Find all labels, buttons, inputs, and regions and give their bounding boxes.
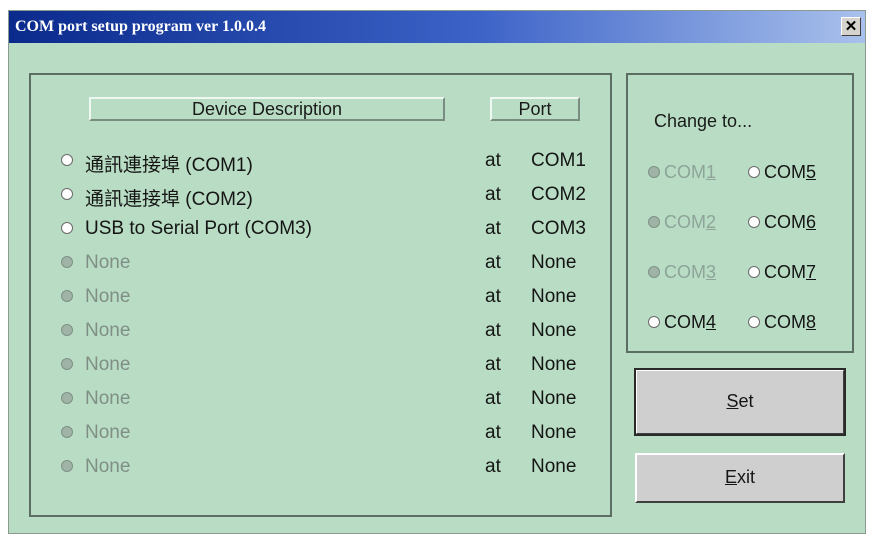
device-radio — [61, 256, 73, 268]
device-at: at — [485, 354, 501, 375]
device-port: COM1 — [531, 150, 586, 171]
com-option-label: COM3 — [664, 262, 717, 282]
device-port: None — [531, 320, 577, 341]
com-option-radio — [648, 166, 660, 178]
com-option-label: COM5 — [764, 162, 817, 182]
device-description: None — [85, 320, 131, 341]
com-option-com7[interactable]: COM7 — [748, 259, 848, 285]
device-radio[interactable] — [61, 188, 73, 200]
com-option-label: COM8 — [764, 312, 817, 332]
device-radio[interactable] — [61, 154, 73, 166]
device-at: at — [485, 320, 501, 341]
device-row: None at None — [61, 453, 601, 481]
device-radio — [61, 358, 73, 370]
com-option-radio[interactable] — [748, 266, 760, 278]
device-port: None — [531, 456, 577, 477]
exit-mnemonic: E — [724, 467, 737, 487]
device-radio — [61, 460, 73, 472]
com-option-radio[interactable] — [748, 316, 760, 328]
window-title: COM port setup program ver 1.0.0.4 — [15, 18, 266, 35]
device-port: COM3 — [531, 218, 586, 239]
com-option-label: COM7 — [764, 262, 817, 282]
exit-label-rest: xit — [737, 467, 755, 487]
set-button[interactable]: Set — [634, 368, 846, 436]
device-description: None — [85, 286, 131, 307]
device-at: at — [485, 388, 501, 409]
title-bar[interactable]: COM port setup program ver 1.0.0.4 ✕ — [9, 11, 865, 43]
com-option-com8[interactable]: COM8 — [748, 309, 848, 335]
device-description: USB to Serial Port (COM3) — [85, 218, 312, 239]
com-option-label: COM2 — [664, 212, 717, 232]
device-row: None at None — [61, 351, 601, 379]
device-description: None — [85, 422, 131, 443]
com-option-radio — [648, 266, 660, 278]
com-option-com5[interactable]: COM5 — [748, 159, 848, 185]
device-row: None at None — [61, 317, 601, 345]
device-row: None at None — [61, 419, 601, 447]
com-setup-window: COM port setup program ver 1.0.0.4 ✕ Dev… — [8, 10, 866, 534]
device-description: None — [85, 388, 131, 409]
device-description-header: Device Description — [89, 97, 445, 121]
device-at: at — [485, 218, 501, 239]
set-label-rest: et — [738, 391, 754, 411]
device-at: at — [485, 184, 501, 205]
com-option-radio[interactable] — [748, 216, 760, 228]
device-at: at — [485, 286, 501, 307]
device-description: None — [85, 456, 131, 477]
device-port: None — [531, 388, 577, 409]
close-icon[interactable]: ✕ — [841, 17, 861, 36]
exit-button[interactable]: Exit — [635, 453, 845, 503]
device-at: at — [485, 456, 501, 477]
change-to-label: Change to... — [654, 111, 753, 131]
device-at: at — [485, 252, 501, 273]
device-description: None — [85, 252, 131, 273]
com-option-label: COM4 — [664, 312, 717, 332]
device-description: 通訊連接埠 (COM2) — [85, 189, 253, 210]
com-option-com4[interactable]: COM4 — [648, 309, 748, 335]
device-port: None — [531, 354, 577, 375]
change-to-group: Change to... COM1 COM5 COM2 COM6 COM3 COM7 COM… — [626, 73, 854, 353]
device-at: at — [485, 422, 501, 443]
device-radio — [61, 392, 73, 404]
com-option-label: COM6 — [764, 212, 817, 232]
com-option-com3: COM3 — [648, 259, 748, 285]
device-at: at — [485, 150, 501, 171]
device-port: None — [531, 252, 577, 273]
device-radio — [61, 290, 73, 302]
device-port: None — [531, 286, 577, 307]
com-option-com6[interactable]: COM6 — [748, 209, 848, 235]
device-port: None — [531, 422, 577, 443]
device-description: None — [85, 354, 131, 375]
port-header: Port — [490, 97, 580, 121]
device-row: None at None — [61, 283, 601, 311]
device-port: COM2 — [531, 184, 586, 205]
device-radio — [61, 324, 73, 336]
com-option-radio[interactable] — [748, 166, 760, 178]
device-description: 通訊連接埠 (COM1) — [85, 155, 253, 176]
device-row: None at None — [61, 385, 601, 413]
device-row[interactable]: USB to Serial Port (COM3) at COM3 — [61, 215, 601, 243]
com-option-label: COM1 — [664, 162, 717, 182]
device-row: None at None — [61, 249, 601, 277]
device-radio[interactable] — [61, 222, 73, 234]
com-option-radio[interactable] — [648, 316, 660, 328]
device-row[interactable]: 通訊連接埠 (COM2) at COM2 — [61, 181, 601, 210]
device-radio — [61, 426, 73, 438]
device-row[interactable]: 通訊連接埠 (COM1) at COM1 — [61, 147, 601, 176]
com-option-com2: COM2 — [648, 209, 748, 235]
set-mnemonic: S — [726, 391, 739, 411]
com-option-com1: COM1 — [648, 159, 748, 185]
com-option-radio — [648, 216, 660, 228]
device-list-group: Device Description Port 通訊連接埠 (COM1) at CO… — [29, 73, 612, 517]
